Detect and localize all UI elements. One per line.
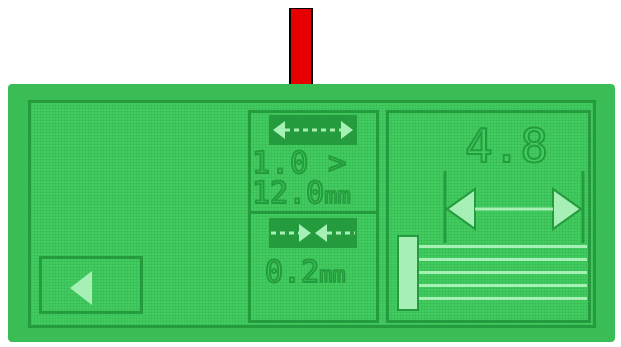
lcd-screen: 1.0 > 12.0mm 0.2mm 4.8: [28, 100, 596, 328]
double-arrow-with-dashes-icon: [269, 115, 357, 145]
double-headed-dimension-arrow-icon: [443, 171, 585, 243]
gap-unit: mm: [318, 263, 346, 288]
pulse-width-panel[interactable]: 1.0 > 12.0mm: [248, 110, 379, 214]
converging-arrows-icon: [269, 218, 357, 248]
back-button[interactable]: [39, 256, 143, 314]
gap-value: 0.2: [264, 255, 320, 290]
gap-panel[interactable]: 0.2mm: [248, 211, 379, 323]
measurement-display-panel: 4.8: [386, 110, 591, 323]
range-line-1: 1.0 >: [251, 146, 348, 181]
range-line-2: 12.0mm: [251, 176, 352, 211]
weld-block-graphic: [397, 235, 419, 311]
measurement-value: 4.8: [464, 119, 549, 173]
left-triangle-icon: [70, 271, 92, 305]
gap-readout: 0.2mm: [264, 255, 346, 290]
range-max-value: 12.0: [251, 176, 325, 211]
range-unit: mm: [324, 184, 352, 209]
